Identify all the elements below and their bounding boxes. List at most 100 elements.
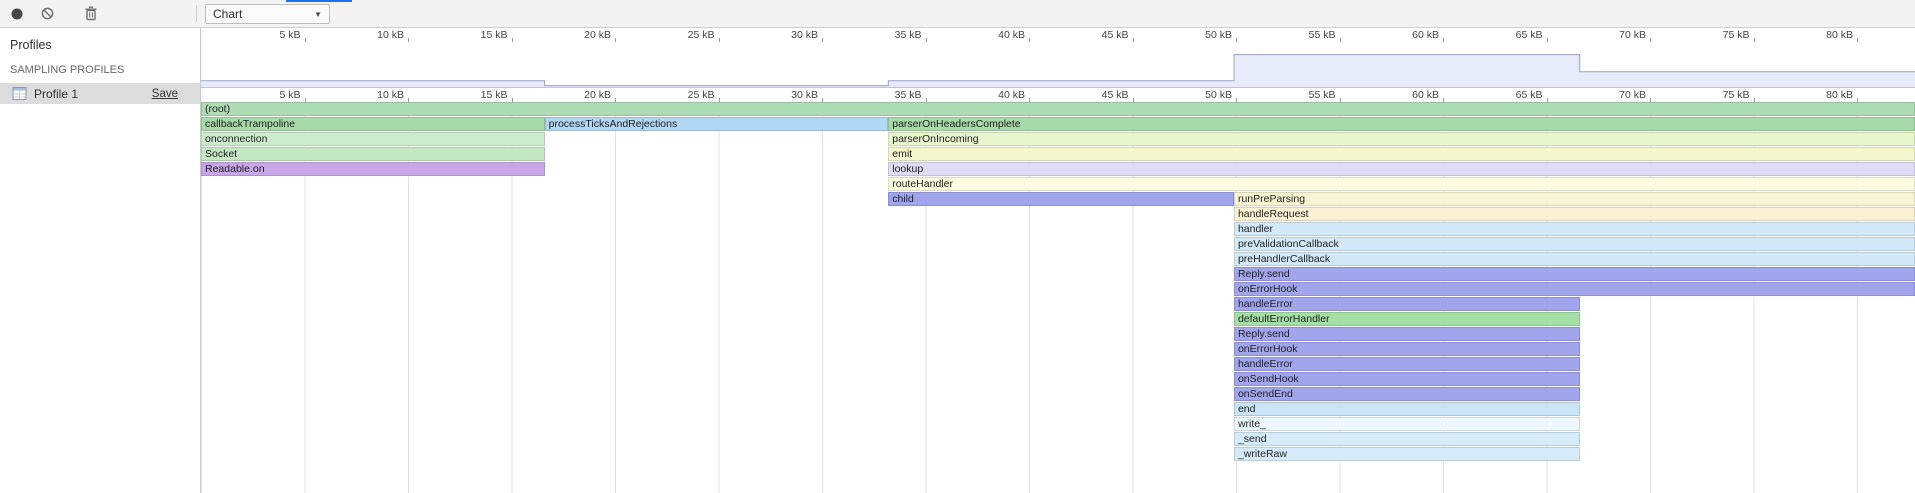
flame-bar[interactable]: handleRequest: [1234, 207, 1915, 221]
flame-bar[interactable]: preHandlerCallback: [1234, 252, 1915, 266]
flame-bar[interactable]: callbackTrampoline: [201, 117, 545, 131]
flame-row: (root): [201, 102, 1915, 117]
ruler-tick-label: 70 kB: [1588, 29, 1646, 41]
ruler-main: 5 kB10 kB15 kB20 kB25 kB30 kB35 kB40 kB4…: [201, 87, 1915, 102]
ruler-tick-label: 80 kB: [1795, 29, 1853, 41]
ruler-tick-label: 15 kB: [450, 29, 508, 41]
flame-row: onErrorHook: [201, 282, 1915, 297]
ruler-tick-label: 75 kB: [1692, 29, 1750, 41]
flame-row: Reply.send: [201, 327, 1915, 342]
flame-bar[interactable]: Reply.send: [1234, 267, 1915, 281]
toolbar: Chart ▼: [0, 0, 1915, 28]
profile-name: Profile 1: [34, 87, 152, 101]
ruler-tick-label: 20 kB: [553, 89, 611, 101]
flame-bar[interactable]: onconnection: [201, 132, 545, 146]
ruler-tick-label: 40 kB: [967, 29, 1025, 41]
flame-row: handler: [201, 222, 1915, 237]
ruler-tick-label: 75 kB: [1692, 89, 1750, 101]
view-mode-select[interactable]: Chart ▼: [205, 4, 330, 24]
flame-row: _send: [201, 432, 1915, 447]
block-icon: [41, 7, 54, 20]
flame-bar[interactable]: Socket: [201, 147, 545, 161]
ruler-tick-label: 60 kB: [1381, 29, 1439, 41]
flame-bar[interactable]: emit: [888, 147, 1915, 161]
view-mode-value: Chart: [213, 7, 242, 21]
record-button[interactable]: [4, 2, 30, 26]
sidebar-title: Profiles: [0, 28, 200, 58]
flame-row: onconnection parserOnIncoming: [201, 132, 1915, 147]
flame-bar[interactable]: preValidationCallback: [1234, 237, 1915, 251]
clear-button[interactable]: [34, 2, 60, 26]
ruler-tick-label: 45 kB: [1071, 29, 1129, 41]
flame-bar[interactable]: Reply.send: [1234, 327, 1580, 341]
record-circle-icon: [11, 8, 23, 20]
profile-icon: [12, 86, 27, 101]
flame-bar[interactable]: parserOnHeadersComplete: [888, 117, 1915, 131]
flame-bar[interactable]: (root): [201, 102, 1915, 116]
flame-bar[interactable]: onSendEnd: [1234, 387, 1580, 401]
active-tab-indicator: [286, 0, 352, 2]
flame-bar[interactable]: onErrorHook: [1234, 342, 1580, 356]
flame-row: Reply.send: [201, 267, 1915, 282]
flame-bar[interactable]: _send: [1234, 432, 1580, 446]
ruler-tick-label: 35 kB: [864, 29, 922, 41]
ruler-tick-label: 50 kB: [1174, 89, 1232, 101]
allocation-overview-chart: [201, 42, 1915, 87]
flame-row: handleError: [201, 357, 1915, 372]
profile-list-item[interactable]: Profile 1 Save: [0, 83, 200, 104]
flame-bar[interactable]: onErrorHook: [1234, 282, 1915, 296]
flame-bar[interactable]: handler: [1234, 222, 1915, 236]
allocation-overview[interactable]: [201, 42, 1915, 87]
flame-bar[interactable]: child: [888, 192, 1234, 206]
flame-row: write_: [201, 417, 1915, 432]
save-profile-link[interactable]: Save: [152, 88, 178, 100]
delete-profile-button[interactable]: [78, 2, 104, 26]
flame-row: Readable.on lookup: [201, 162, 1915, 177]
flame-bar[interactable]: routeHandler: [888, 177, 1915, 191]
flame-bar[interactable]: defaultErrorHandler: [1234, 312, 1580, 326]
ruler-tick-label: 65 kB: [1485, 29, 1543, 41]
flame-row: handleRequest: [201, 207, 1915, 222]
flame-bar[interactable]: _writeRaw: [1234, 447, 1580, 461]
flame-bar[interactable]: handleError: [1234, 357, 1580, 371]
flame-bar[interactable]: processTicksAndRejections: [545, 117, 889, 131]
flame-chart-panel: 5 kB 10 kB 15 kB 20 kB 25 kB 30 kB 35 kB 40 kB 4…: [201, 28, 1915, 493]
flame-row: end: [201, 402, 1915, 417]
flame-chart[interactable]: (root)callbackTrampolineprocessTicksAndR…: [201, 102, 1915, 493]
flame-bar[interactable]: onSendHook: [1234, 372, 1580, 386]
ruler-tick-label: 25 kB: [657, 89, 715, 101]
flame-row: Socket emit: [201, 147, 1915, 162]
ruler-tick-label: 25 kB: [657, 29, 715, 41]
trash-icon: [84, 6, 98, 21]
flame-bar[interactable]: runPreParsing: [1234, 192, 1915, 206]
ruler-tick-label: 55 kB: [1278, 29, 1336, 41]
ruler-tick-label: 40 kB: [967, 89, 1025, 101]
flame-bar[interactable]: lookup: [888, 162, 1915, 176]
flame-row: callbackTrampolineprocessTicksAndRejecti…: [201, 117, 1915, 132]
flame-bar[interactable]: write_: [1234, 417, 1580, 431]
flame-bar[interactable]: end: [1234, 402, 1580, 416]
flame-bar[interactable]: parserOnIncoming: [888, 132, 1915, 146]
sidebar-section-header: SAMPLING PROFILES: [0, 58, 200, 83]
ruler-tick-label: 35 kB: [864, 89, 922, 101]
flame-row: routeHandler: [201, 177, 1915, 192]
ruler-tick-label: 55 kB: [1278, 89, 1336, 101]
flame-row: preHandlerCallback: [201, 252, 1915, 267]
flame-bar[interactable]: handleError: [1234, 297, 1580, 311]
ruler-tick-label: 70 kB: [1588, 89, 1646, 101]
ruler-tick-label: 30 kB: [760, 29, 818, 41]
flame-row: handleError: [201, 297, 1915, 312]
ruler-tick-label: 5 kB: [243, 89, 301, 101]
chevron-down-icon: ▼: [314, 10, 322, 19]
ruler-tick-label: 65 kB: [1485, 89, 1543, 101]
toolbar-divider: [196, 5, 197, 22]
flame-row: onSendEnd: [201, 387, 1915, 402]
ruler-tick-label: 10 kB: [346, 29, 404, 41]
flame-bar[interactable]: Readable.on: [201, 162, 545, 176]
flame-row: childrunPreParsing: [201, 192, 1915, 207]
sidebar: Profiles SAMPLING PROFILES Profile 1 Sav…: [0, 28, 201, 493]
ruler-tick-label: 50 kB: [1174, 29, 1232, 41]
ruler-tick-label: 45 kB: [1071, 89, 1129, 101]
ruler-tick-label: 10 kB: [346, 89, 404, 101]
ruler-tick-label: 60 kB: [1381, 89, 1439, 101]
